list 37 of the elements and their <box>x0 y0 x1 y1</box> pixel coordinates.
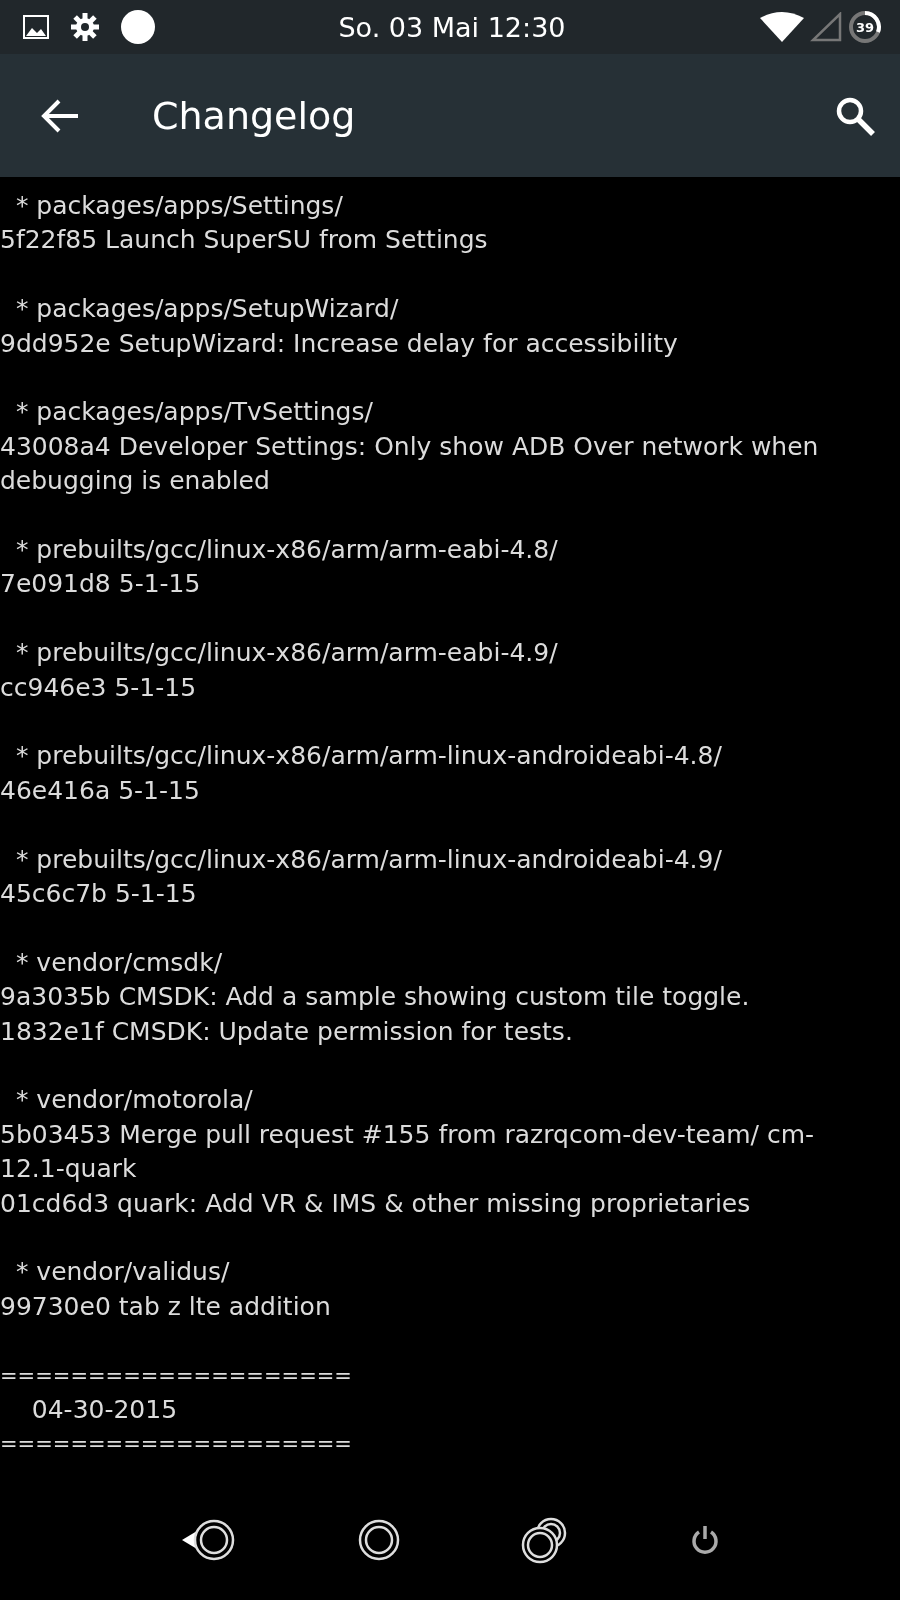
commit-line: 9dd952e SetupWizard: Increase delay for accessibility <box>0 327 679 360</box>
image-icon <box>22 14 50 40</box>
changelog-path: * packages/apps/TvSettings/ <box>14 396 374 429</box>
changelog-path: * vendor/motorola/ <box>14 1084 254 1117</box>
changelog-path: * prebuilts/gcc/linux-x86/arm/arm-eabi-4.8/ <box>14 534 559 566</box>
commit-line: 9a3035b CMSDK: Add a sample showing custom tile toggle. <box>0 981 751 1014</box>
commit-line: 5f22f85 Launch SuperSU from Settings <box>0 224 489 257</box>
wifi-icon <box>760 12 804 42</box>
commit-line: 45c6c7b 5-1-15 <box>0 878 198 911</box>
date-heading: 04-30-2015 <box>30 1394 179 1427</box>
commit-line: 43008a4 Developer Settings: Only show ADB Over network when debugging is enabled <box>0 430 820 498</box>
changelog-path: * vendor/cmsdk/ <box>14 946 224 979</box>
changelog-path: * prebuilts/gcc/linux-x86/arm/arm-linux-androideabi-4.9/ <box>14 843 723 876</box>
changelog-path: * packages/apps/SetupWizard/ <box>14 293 400 326</box>
circle-icon <box>120 9 156 45</box>
commit-line: 5b03453 Merge pull request #155 from razrqcom-dev-team/ cm-12.1-quark <box>0 1118 816 1186</box>
battery-icon: 39 <box>848 10 882 44</box>
changelog-path: * packages/apps/Settings/ <box>14 190 344 222</box>
commit-line: cc946e3 5-1-15 <box>0 671 198 704</box>
home-button[interactable] <box>356 1518 401 1562</box>
gear-icon <box>70 12 100 42</box>
changelog-path: * prebuilts/gcc/linux-x86/arm/arm-eabi-4.9/ <box>14 637 559 670</box>
signal-icon <box>810 12 842 42</box>
back-button[interactable] <box>180 1518 237 1562</box>
power-button[interactable] <box>689 1524 720 1556</box>
separator-text: ==================== <box>0 1362 353 1390</box>
changelog-path: * prebuilts/gcc/linux-x86/arm/arm-linux-androideabi-4.8/ <box>14 740 723 773</box>
commit-line: 01cd6d3 quark: Add VR & IMS & other missing proprietaries <box>0 1187 752 1220</box>
commit-line: 99730e0 tab z lte addition <box>0 1290 332 1323</box>
commit-line: 46e416a 5-1-15 <box>0 774 201 807</box>
commit-line: 7e091d8 5-1-15 <box>0 568 202 601</box>
changelog-path: * vendor/validus/ <box>14 1256 231 1289</box>
status-time: So. 03 Mai 12:30 <box>337 11 567 43</box>
commit-line: 1832e1f CMSDK: Update permission for tests. <box>0 1015 574 1048</box>
screen-title: Changelog <box>152 93 357 138</box>
separator-text: ==================== <box>0 1431 353 1459</box>
back-button[interactable] <box>40 97 80 134</box>
